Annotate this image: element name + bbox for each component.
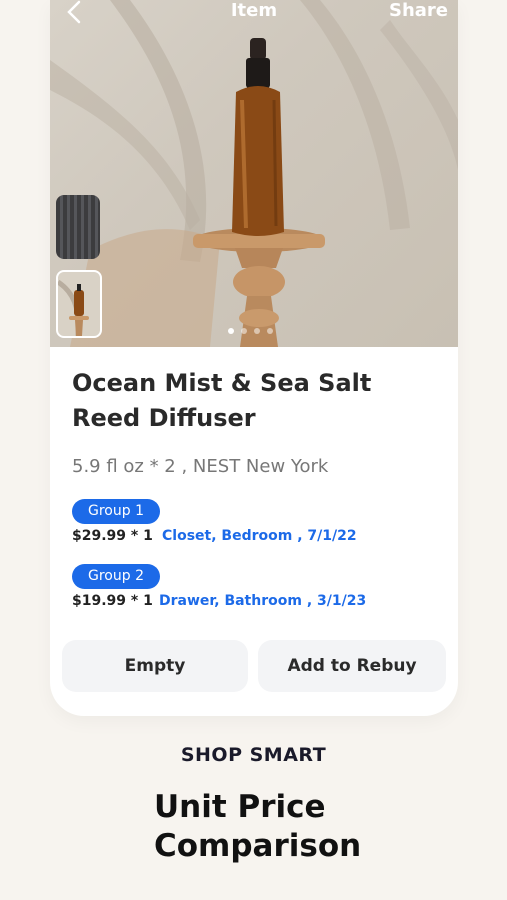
group-2-price: $19.99 * 1 xyxy=(72,593,153,609)
group-1-price: $29.99 * 1 xyxy=(72,528,153,544)
gallery-dot[interactable] xyxy=(254,328,260,334)
headline-line-2: Comparison xyxy=(154,828,362,864)
product-image xyxy=(50,0,458,347)
add-to-rebuy-button[interactable]: Add to Rebuy xyxy=(258,640,446,692)
gallery-dot[interactable] xyxy=(241,328,247,334)
item-card: Item Share Ocean Mist & Sea Salt Reed Di… xyxy=(50,0,458,716)
thumbnail-image xyxy=(58,279,89,336)
product-photo[interactable]: Item Share xyxy=(50,0,458,347)
gallery-dot[interactable] xyxy=(228,328,234,334)
gallery-dot[interactable] xyxy=(267,328,273,334)
thumbnail-2[interactable] xyxy=(56,270,102,338)
share-button[interactable]: Share xyxy=(389,0,448,22)
group-2-location[interactable]: Drawer, Bathroom , 3/1/23 xyxy=(159,593,366,609)
product-name: Ocean Mist & Sea Salt Reed Diffuser xyxy=(72,369,372,432)
tagline: SHOP SMART xyxy=(180,744,327,766)
empty-button[interactable]: Empty xyxy=(62,640,248,692)
group-1-badge[interactable]: Group 1 xyxy=(72,499,160,524)
thumbnail-1[interactable] xyxy=(56,195,100,259)
top-bar: Item Share xyxy=(50,0,458,28)
group-1-location[interactable]: Closet, Bedroom , 7/1/22 xyxy=(162,528,357,544)
headline-line-1: Unit Price xyxy=(154,789,326,825)
headline: Unit Price Comparison xyxy=(154,788,361,866)
gallery-dots xyxy=(228,328,273,334)
product-size-brand: 5.9 fl oz * 2 , NEST New York xyxy=(72,456,329,477)
group-2-badge[interactable]: Group 2 xyxy=(72,564,160,589)
